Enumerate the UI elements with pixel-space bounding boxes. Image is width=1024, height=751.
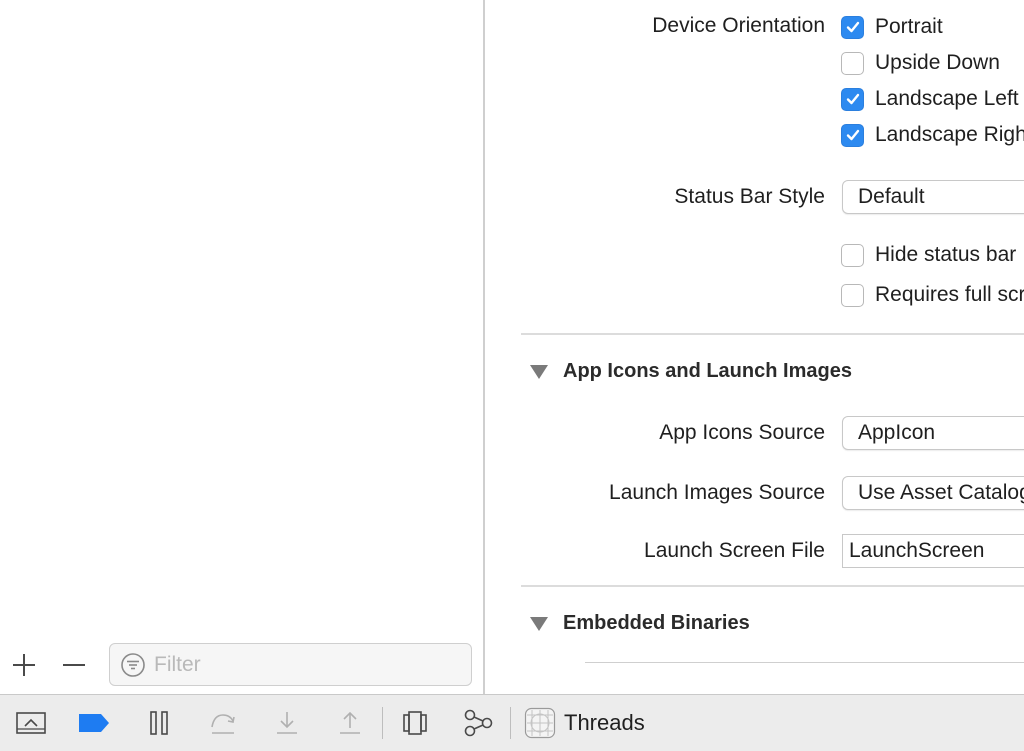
- portrait-checkbox[interactable]: [841, 15, 864, 39]
- upside-down-checkbox-row[interactable]: Upside Down: [841, 50, 1000, 76]
- landscape-left-checkbox-row[interactable]: Landscape Left: [841, 86, 1019, 112]
- memory-graph-button[interactable]: [460, 705, 496, 741]
- requires-full-screen-checkbox-row[interactable]: Requires full screen: [841, 282, 1024, 308]
- minus-icon: [63, 664, 85, 666]
- disclosure-triangle-icon[interactable]: [530, 616, 548, 631]
- debug-bar: Threads: [0, 694, 1024, 751]
- remove-button[interactable]: [59, 650, 89, 680]
- navigator-pane: [0, 0, 483, 694]
- embedded-binaries-table-top: [585, 662, 1024, 663]
- memory-graph-icon: [464, 709, 493, 737]
- filter-field[interactable]: [109, 643, 472, 686]
- app-icon-grid-icon: [524, 707, 556, 739]
- breakpoints-toggle-button[interactable]: [76, 705, 112, 741]
- disclosure-triangle-icon[interactable]: [530, 364, 548, 379]
- section-divider: [521, 585, 1024, 587]
- debug-area-toggle-icon: [16, 712, 46, 734]
- step-out-icon: [340, 711, 360, 734]
- hide-status-bar-checkbox[interactable]: [841, 243, 864, 267]
- landscape-right-checkbox[interactable]: [841, 123, 864, 147]
- landscape-right-checkbox-row[interactable]: Landscape Right: [841, 122, 1024, 148]
- launch-screen-file-label: Launch Screen File: [644, 539, 825, 562]
- step-out-button[interactable]: [332, 705, 368, 741]
- upside-down-checkbox[interactable]: [841, 51, 864, 75]
- hide-status-bar-label: Hide status bar: [875, 243, 1017, 266]
- step-into-icon: [277, 712, 297, 734]
- status-bar-style-popup[interactable]: Default: [842, 180, 1024, 214]
- embedded-binaries-section-title: Embedded Binaries: [563, 612, 750, 634]
- status-bar-style-label: Status Bar Style: [674, 185, 825, 208]
- checkmark-icon: [846, 21, 859, 33]
- portrait-label: Portrait: [875, 15, 943, 38]
- step-over-icon: [211, 714, 235, 734]
- launch-screen-file-value: LaunchScreen: [849, 539, 985, 562]
- launch-images-source-value: Use Asset Catalog: [858, 481, 1024, 504]
- pause-button[interactable]: [141, 705, 177, 741]
- launch-images-source-label: Launch Images Source: [609, 481, 825, 504]
- upside-down-label: Upside Down: [875, 51, 1000, 74]
- embedded-binaries-section-header[interactable]: Embedded Binaries: [530, 612, 750, 635]
- view-hierarchy-icon: [403, 711, 427, 735]
- toolbar-separator: [510, 707, 511, 739]
- step-into-button[interactable]: [269, 705, 305, 741]
- portrait-checkbox-row[interactable]: Portrait: [841, 14, 943, 40]
- view-hierarchy-button[interactable]: [397, 705, 433, 741]
- status-bar-style-value: Default: [858, 185, 925, 208]
- app-icons-section-title: App Icons and Launch Images: [563, 360, 852, 382]
- landscape-left-checkbox[interactable]: [841, 87, 864, 111]
- xcode-window: Device Orientation Portrait Upside Down …: [0, 0, 1024, 751]
- step-over-button[interactable]: [205, 705, 241, 741]
- breakpoint-icon: [79, 714, 109, 732]
- app-icons-section-header[interactable]: App Icons and Launch Images: [530, 360, 852, 383]
- thread-selector[interactable]: Threads: [524, 705, 645, 741]
- pause-icon: [150, 711, 168, 735]
- requires-full-screen-checkbox[interactable]: [841, 283, 864, 307]
- section-divider: [521, 333, 1024, 335]
- checkmark-icon: [846, 129, 859, 141]
- filter-input[interactable]: [154, 652, 454, 677]
- launch-screen-file-field[interactable]: LaunchScreen: [842, 534, 1024, 568]
- add-button[interactable]: [9, 650, 39, 680]
- filter-icon: [121, 652, 145, 677]
- checkmark-icon: [846, 93, 859, 105]
- hide-status-bar-checkbox-row[interactable]: Hide status bar: [841, 242, 1016, 268]
- app-icons-source-popup[interactable]: AppIcon: [842, 416, 1024, 450]
- device-orientation-label: Device Orientation: [652, 14, 825, 37]
- landscape-left-label: Landscape Left: [875, 87, 1019, 110]
- toolbar-separator: [382, 707, 383, 739]
- thread-selector-label: Threads: [564, 710, 645, 735]
- app-icons-source-value: AppIcon: [858, 421, 936, 444]
- app-icons-source-label: App Icons Source: [659, 421, 825, 444]
- launch-images-source-popup[interactable]: Use Asset Catalog: [842, 476, 1024, 510]
- landscape-right-label: Landscape Right: [875, 123, 1024, 146]
- project-settings-editor: Device Orientation Portrait Upside Down …: [485, 0, 1024, 694]
- hide-debug-area-button[interactable]: [13, 705, 49, 741]
- requires-full-screen-label: Requires full screen: [875, 283, 1024, 306]
- plus-icon: [13, 654, 35, 676]
